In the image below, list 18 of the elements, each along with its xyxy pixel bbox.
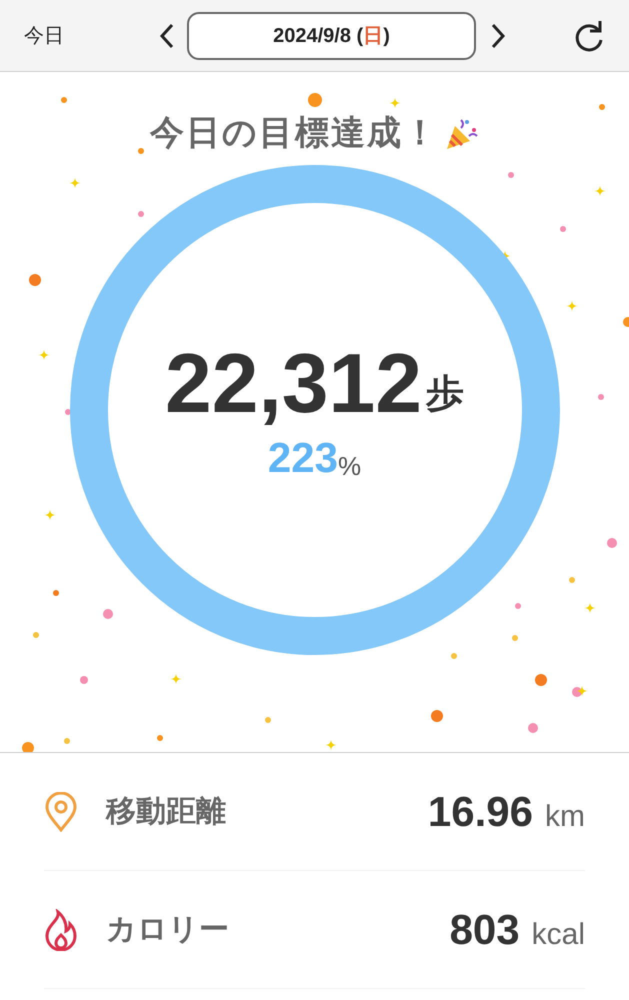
goal-percent: 223 <box>268 437 338 479</box>
goal-title: 今日の目標達成！ <box>150 113 439 154</box>
chevron-left-icon[interactable] <box>159 22 175 48</box>
location-pin-icon <box>44 792 78 832</box>
step-count: 22,312 <box>165 341 422 425</box>
flame-icon <box>44 908 78 950</box>
stat-unit: km <box>545 799 585 835</box>
refresh-icon[interactable] <box>573 18 605 52</box>
date-picker[interactable]: 2024/9/8 (日) <box>187 12 476 60</box>
today-button[interactable]: 今日 <box>24 20 84 50</box>
step-unit: 歩 <box>426 372 464 417</box>
percent-unit: % <box>338 453 362 479</box>
stat-label: 移動距離 <box>106 794 226 830</box>
stat-value: 803 <box>450 905 520 955</box>
stat-value: 16.96 <box>428 787 533 837</box>
chevron-right-icon[interactable] <box>490 22 506 48</box>
stat-label: カロリー <box>106 912 229 948</box>
stat-unit: kcal <box>532 917 585 953</box>
